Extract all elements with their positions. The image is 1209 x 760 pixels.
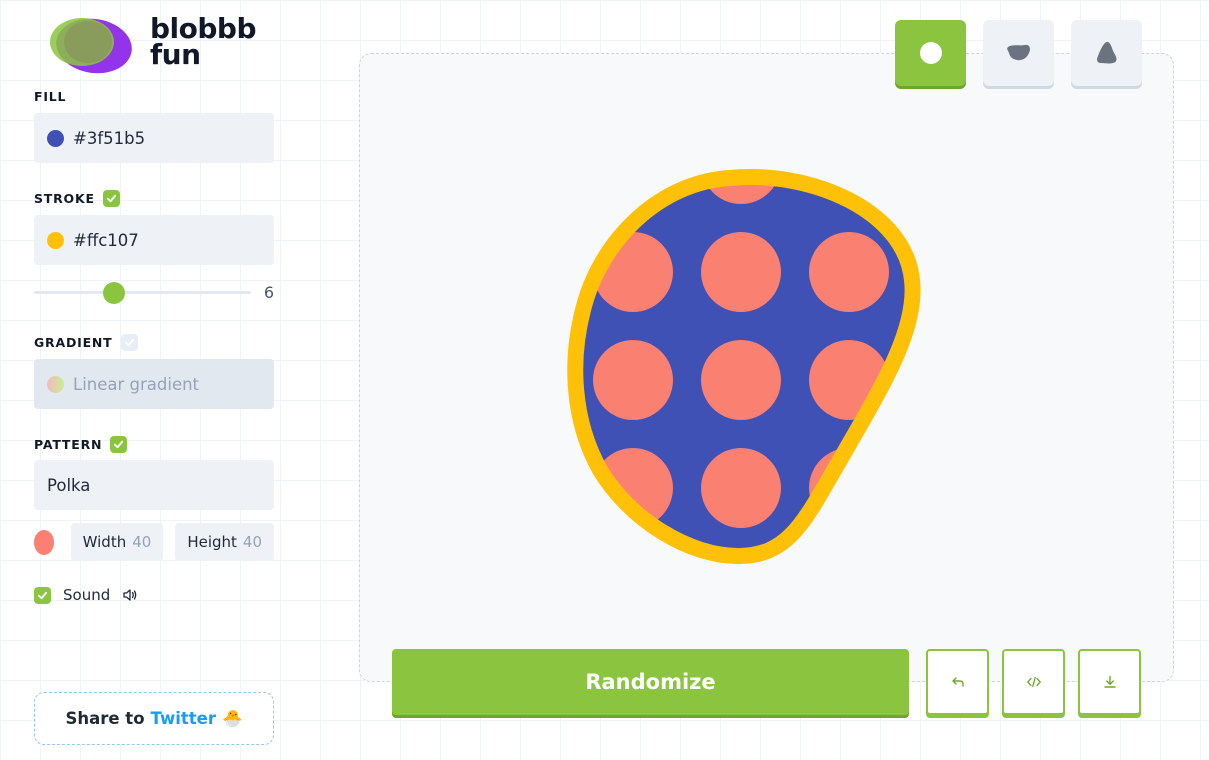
logo-line-2: fun <box>150 38 201 71</box>
undo-icon <box>951 677 964 687</box>
pattern-select[interactable]: Polka <box>34 460 274 510</box>
stroke-label-text: STROKE <box>34 191 95 206</box>
logo: blobbb fun <box>48 14 268 76</box>
pattern-height-input[interactable]: Height 40 <box>175 523 274 561</box>
stroke-color-swatch[interactable] <box>47 231 64 249</box>
chick-icon: 🐣 <box>221 708 243 728</box>
gradient-placeholder: Linear gradient <box>73 374 200 394</box>
fill-color-input[interactable]: #3f51b5 <box>34 113 274 163</box>
check-icon <box>114 440 124 449</box>
shape-blob-button[interactable] <box>983 20 1054 86</box>
shape-circle-button[interactable] <box>895 20 966 86</box>
check-icon <box>106 194 116 203</box>
stroke-color-value: #ffc107 <box>73 230 139 250</box>
share-prefix: Share to <box>65 709 145 728</box>
share-twitter-link: Twitter <box>150 709 216 728</box>
pattern-toggle-checkbox[interactable] <box>110 436 128 453</box>
check-icon <box>124 338 134 347</box>
stroke-width-slider[interactable]: 6 <box>34 282 274 304</box>
view-code-button[interactable] <box>1002 649 1065 715</box>
sound-label: Sound <box>63 586 111 604</box>
stroke-toggle-checkbox[interactable] <box>102 190 120 207</box>
pattern-value: Polka <box>47 475 91 495</box>
gradient-swatch <box>47 375 64 393</box>
slider-thumb[interactable] <box>103 282 125 304</box>
pattern-height-value: 40 <box>242 533 262 551</box>
pattern-width-label: Width <box>82 533 127 551</box>
pattern-color-swatch[interactable] <box>34 529 54 555</box>
pattern-options-row: Width 40 Height 40 <box>34 523 274 561</box>
fill-label: FILL <box>34 89 66 104</box>
share-twitter-button[interactable]: Share to Twitter 🐣 <box>34 692 274 745</box>
pattern-width-input[interactable]: Width 40 <box>70 523 164 561</box>
check-icon <box>37 591 48 599</box>
gradient-label-text: GRADIENT <box>34 335 113 350</box>
circle-shape-icon <box>919 42 942 64</box>
sound-toggle[interactable]: Sound <box>34 586 138 604</box>
speaker-icon <box>123 589 137 601</box>
blob-logo-icon <box>50 18 132 74</box>
pattern-label-text: PATTERN <box>34 437 103 452</box>
fill-label-text: FILL <box>34 89 67 104</box>
logo-wordmark: blobbb fun <box>150 15 257 71</box>
fill-color-value: #3f51b5 <box>73 128 146 148</box>
download-icon <box>1103 675 1116 688</box>
blob-preview <box>567 169 921 565</box>
pattern-height-label: Height <box>187 533 237 551</box>
stroke-label: STROKE <box>34 190 120 207</box>
organic-shape-icon <box>1096 41 1116 64</box>
shape-organic-button[interactable] <box>1071 20 1142 86</box>
stroke-color-input[interactable]: #ffc107 <box>34 215 274 265</box>
gradient-label: GRADIENT <box>34 334 138 351</box>
sound-checkbox[interactable] <box>34 586 51 604</box>
stroke-width-value: 6 <box>263 283 274 302</box>
undo-button[interactable] <box>926 649 989 715</box>
randomize-button[interactable]: Randomize <box>392 649 909 715</box>
pattern-width-value: 40 <box>132 533 152 551</box>
code-icon <box>1026 676 1041 688</box>
gradient-input[interactable]: Linear gradient <box>34 359 274 409</box>
pattern-label: PATTERN <box>34 436 128 453</box>
blob-shape-icon <box>1006 44 1030 61</box>
slider-track[interactable] <box>34 291 251 294</box>
gradient-toggle-checkbox[interactable] <box>120 334 138 351</box>
download-button[interactable] <box>1078 649 1141 715</box>
fill-color-swatch[interactable] <box>47 129 64 147</box>
